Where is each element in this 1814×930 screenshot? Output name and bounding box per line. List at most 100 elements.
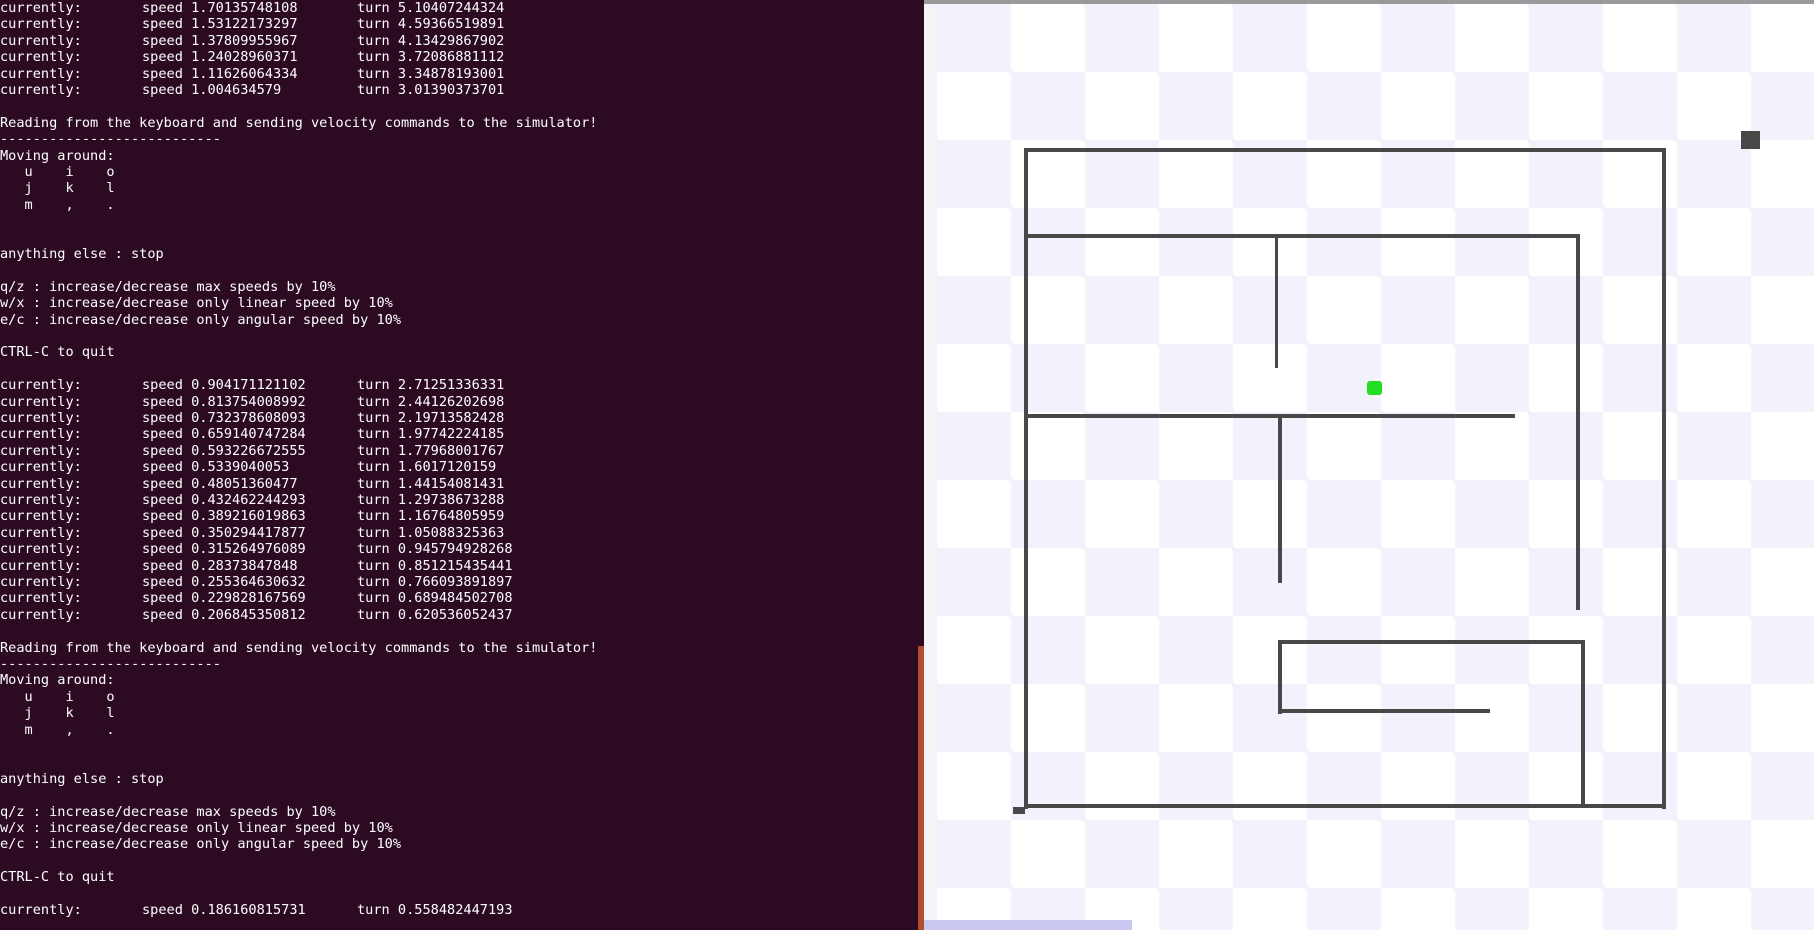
turn-value: turn 1.6017120159 (357, 459, 497, 476)
maze-wall-box-top (1278, 640, 1582, 644)
robot-icon (1367, 381, 1382, 395)
status-label: currently: (0, 82, 82, 98)
status-label: currently: (0, 377, 82, 394)
speed-value: speed 0.813754008992 (142, 393, 306, 410)
speed-value: speed 1.004634579 (142, 82, 282, 98)
terminal-line: u i o (0, 164, 115, 180)
terminal-line: w/x : increase/decrease only linear spee… (0, 820, 393, 836)
status-label: currently: (0, 508, 82, 525)
status-label: currently: (0, 574, 82, 590)
speed-value: speed 1.37809955967 (142, 32, 298, 49)
maze-wall-outer-left (1024, 148, 1028, 809)
status-label: currently: (0, 459, 82, 476)
maze-wall-middle (1024, 414, 1515, 418)
turn-value: turn 0.851215435441 (357, 557, 513, 574)
maze-wall-stub-lower (1278, 414, 1282, 583)
terminal-line: Reading from the keyboard and sending ve… (0, 114, 598, 131)
turn-value: turn 3.01390373701 (357, 82, 505, 98)
terminal-line: m , . (0, 196, 115, 213)
status-label: currently: (0, 426, 82, 443)
status-label: currently: (0, 0, 82, 16)
status-label: currently: (0, 557, 82, 574)
speed-value: speed 0.659140747284 (142, 426, 306, 443)
turn-value: turn 1.97742224185 (357, 426, 505, 443)
status-label: currently: (0, 475, 82, 492)
terminal-line: anything else : stop (0, 246, 164, 262)
turn-value: turn 2.71251336331 (357, 377, 505, 394)
speed-value: speed 0.229828167569 (142, 590, 306, 607)
turn-value: turn 1.16764805959 (357, 508, 505, 525)
turn-value: turn 0.945794928268 (357, 541, 513, 558)
maze-wall-outer-right (1662, 148, 1666, 809)
speed-value: speed 0.350294417877 (142, 524, 306, 541)
maze-wall-outer-top (1024, 148, 1665, 152)
terminal-line: anything else : stop (0, 770, 164, 787)
status-label: currently: (0, 902, 82, 918)
status-label: currently: (0, 49, 82, 66)
speed-value: speed 1.11626064334 (142, 65, 298, 82)
turn-value: turn 2.19713582428 (357, 410, 505, 426)
status-label: currently: (0, 590, 82, 607)
status-label: currently: (0, 541, 82, 558)
speed-value: speed 0.593226672555 (142, 442, 306, 459)
status-label: currently: (0, 393, 82, 410)
turn-value: turn 3.34878193001 (357, 65, 505, 82)
speed-value: speed 0.5339040053 (142, 459, 290, 476)
speed-value: speed 0.28373847848 (142, 557, 298, 574)
terminal-line: Moving around: (0, 147, 115, 164)
simulator-window[interactable] (924, 0, 1814, 930)
speed-value: speed 0.48051360477 (142, 475, 298, 492)
simulator-scrollbar[interactable] (924, 920, 1132, 930)
status-label: currently: (0, 492, 82, 508)
status-label: currently: (0, 606, 82, 623)
terminal-line: q/z : increase/decrease max speeds by 10… (0, 803, 336, 820)
terminal-line: e/c : increase/decrease only angular spe… (0, 311, 402, 328)
terminal-line: --------------------------- (0, 656, 221, 672)
terminal-line: Moving around: (0, 672, 115, 689)
floor-grid (937, 4, 1814, 930)
terminal-line: w/x : increase/decrease only linear spee… (0, 295, 393, 312)
maze-wall-box-right (1581, 640, 1585, 807)
speed-value: speed 0.904171121102 (142, 377, 306, 394)
turn-value: turn 5.10407244324 (357, 0, 505, 16)
maze-wall-outer-bottom (1024, 804, 1666, 808)
terminal-line: q/z : increase/decrease max speeds by 10… (0, 278, 336, 295)
turn-value: turn 1.29738673288 (357, 492, 505, 508)
turn-value: turn 3.72086881112 (357, 49, 505, 66)
speed-value: speed 0.186160815731 (142, 902, 306, 918)
status-label: currently: (0, 32, 82, 49)
maze-wall-inner-right (1576, 234, 1580, 610)
status-label: currently: (0, 65, 82, 82)
speed-value: speed 0.315264976089 (142, 541, 306, 558)
turn-value: turn 4.59366519891 (357, 16, 505, 33)
corner-marker-top-right (1741, 131, 1760, 149)
speed-value: speed 0.732378608093 (142, 410, 306, 426)
turn-value: turn 0.689484502708 (357, 590, 513, 607)
terminal-line: j k l (0, 705, 115, 722)
maze-wall-stub-upper (1275, 234, 1278, 368)
speed-value: speed 1.24028960371 (142, 49, 298, 66)
terminal-line: u i o (0, 688, 115, 705)
turn-value: turn 2.44126202698 (357, 393, 505, 410)
maze-wall-box-bottom (1278, 709, 1490, 713)
turn-value: turn 1.44154081431 (357, 475, 505, 492)
terminal-line: m , . (0, 721, 115, 738)
status-label: currently: (0, 442, 82, 459)
turn-value: turn 0.558482447193 (357, 902, 513, 918)
speed-value: speed 1.53122173297 (142, 16, 298, 33)
speed-value: speed 1.70135748108 (142, 0, 298, 16)
terminal-line: j k l (0, 180, 115, 197)
speed-value: speed 0.206845350812 (142, 606, 306, 623)
terminal-line: --------------------------- (0, 131, 221, 148)
terminal-line: CTRL-C to quit (0, 344, 115, 361)
speed-value: speed 0.389216019863 (142, 508, 306, 525)
status-label: currently: (0, 524, 82, 541)
turn-value: turn 0.766093891897 (357, 574, 513, 590)
turn-value: turn 4.13429867902 (357, 32, 505, 49)
terminal-line: Reading from the keyboard and sending ve… (0, 639, 598, 656)
speed-value: speed 0.432462244293 (142, 492, 306, 508)
maze-wall-inner-top (1024, 234, 1580, 238)
turn-value: turn 0.620536052437 (357, 606, 513, 623)
corner-marker-bottom-left (1013, 807, 1025, 814)
terminal-window[interactable]: currently: speed 1.70135748108 turn 5.1040… (0, 0, 924, 930)
